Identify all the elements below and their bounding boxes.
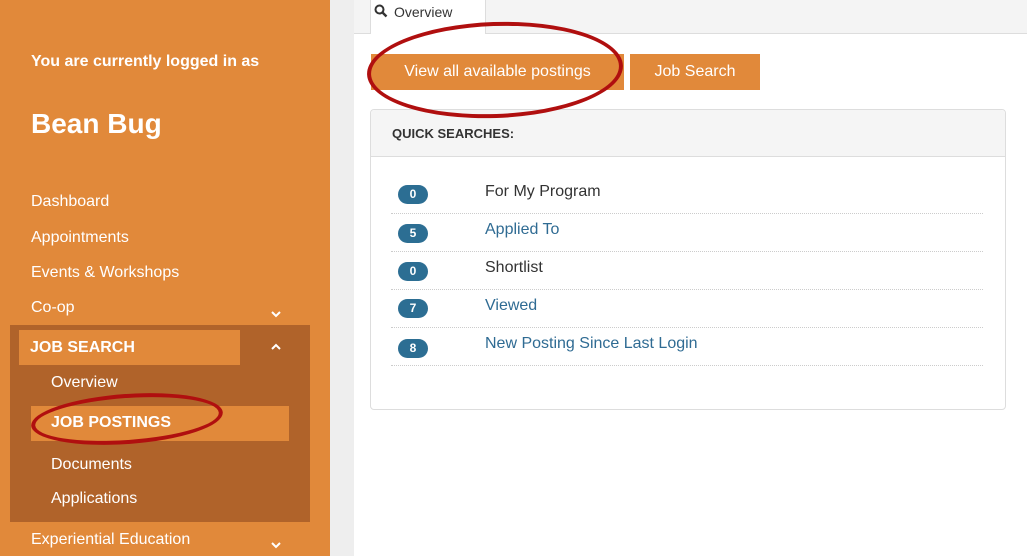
submenu-item-documents[interactable]: Documents (51, 456, 132, 474)
quick-search-viewed[interactable]: Viewed (485, 297, 537, 315)
submenu-item-job-postings-label: JOB POSTINGS (51, 414, 172, 431)
quick-search-shortlist[interactable]: Shortlist (485, 259, 543, 277)
count-badge: 5 (398, 224, 428, 243)
chevron-down-icon[interactable] (270, 539, 282, 551)
row-divider (391, 251, 983, 252)
quick-search-for-my-program[interactable]: For My Program (485, 183, 601, 201)
sidebar-item-appointments[interactable]: Appointments (31, 229, 129, 247)
sidebar-item-experiential-education[interactable]: Experiential Education (31, 531, 190, 549)
submenu-item-applications[interactable]: Applications (51, 490, 137, 508)
quick-searches-title: QUICK SEARCHES: (392, 126, 515, 141)
sidebar-item-events-workshops[interactable]: Events & Workshops (31, 264, 179, 282)
chevron-down-icon[interactable] (270, 308, 282, 320)
count-badge: 0 (398, 185, 428, 204)
chevron-up-icon[interactable] (270, 341, 282, 353)
user-name: Bean Bug (31, 108, 162, 139)
count-badge: 0 (398, 262, 428, 281)
job-search-button[interactable]: Job Search (630, 54, 760, 90)
logged-in-label: You are currently logged in as (31, 53, 260, 70)
job-search-label: JOB SEARCH (30, 339, 135, 356)
quick-search-new-posting[interactable]: New Posting Since Last Login (485, 335, 698, 353)
row-divider (391, 289, 983, 290)
sidebar-item-dashboard[interactable]: Dashboard (31, 193, 109, 211)
count-badge: 7 (398, 299, 428, 318)
sidebar-item-co-op[interactable]: Co-op (31, 299, 75, 317)
sidebar-gutter (330, 0, 354, 556)
quick-search-applied-to[interactable]: Applied To (485, 221, 559, 239)
count-badge: 8 (398, 339, 428, 358)
submenu-item-overview[interactable]: Overview (51, 374, 118, 392)
row-divider (391, 327, 983, 328)
search-icon (374, 4, 388, 18)
row-divider (391, 213, 983, 214)
tab-overview-label: Overview (394, 4, 453, 20)
row-divider (391, 365, 983, 366)
view-all-postings-button[interactable]: View all available postings (371, 54, 624, 90)
